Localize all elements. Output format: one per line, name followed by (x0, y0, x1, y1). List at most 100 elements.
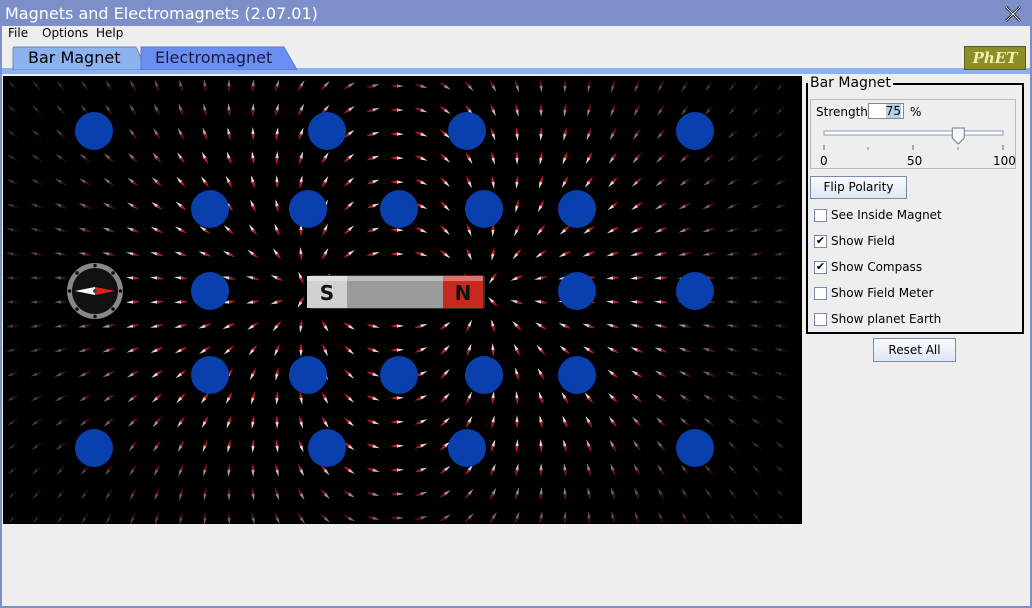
field-needle-north-half (203, 109, 207, 117)
field-needle-north-half (36, 204, 44, 209)
field-needle-south-half (372, 324, 380, 328)
field-needle-north-half (60, 276, 68, 280)
field-needle-north-half (414, 444, 422, 449)
field-needle-north-half (636, 276, 644, 280)
field-needle-south-half (420, 156, 428, 161)
field-needle-north-half (60, 204, 68, 209)
see-inside-magnet-checkbox[interactable] (814, 209, 827, 222)
field-needle-north-half (179, 463, 184, 471)
panel-title: Bar Magnet (808, 75, 893, 91)
field-needle-south-half (491, 439, 496, 447)
close-icon[interactable] (1004, 5, 1022, 23)
field-needle-south-half (396, 492, 404, 496)
field-needle-south-half (299, 127, 304, 135)
field-needle-north-half (180, 276, 188, 280)
field-needle-south-half (515, 157, 519, 165)
field-needle-north-half (36, 276, 44, 280)
field-needle-north-half (251, 85, 255, 93)
field-needle-south-half (6, 228, 14, 232)
menu-file[interactable]: File (8, 26, 28, 40)
menu-help[interactable]: Help (96, 26, 123, 40)
blue-dot (380, 190, 418, 228)
field-needle-south-half (491, 415, 495, 423)
tab-bar-magnet[interactable]: Bar Magnet (12, 46, 148, 70)
field-needle-south-half (275, 493, 280, 501)
field-needle-north-half (275, 343, 280, 351)
field-needle-south-half (372, 155, 380, 160)
field-needle-south-half (30, 372, 38, 377)
blue-dot (448, 112, 486, 150)
field-needle-south-half (54, 348, 62, 352)
field-needle-north-half (227, 415, 232, 423)
field-needle-north-half (84, 371, 92, 376)
field-needle-south-half (251, 79, 255, 87)
field-needle-south-half (198, 251, 206, 256)
show-planet-earth-checkbox[interactable] (814, 313, 827, 326)
blue-dot (676, 272, 714, 310)
field-needle-south-half (54, 227, 62, 232)
field-needle-north-half (227, 133, 231, 141)
tab-electromagnet[interactable]: Electromagnet (140, 46, 298, 70)
field-needle-north-half (515, 127, 519, 135)
field-needle-north-half (179, 85, 183, 93)
field-needle-north-half (732, 372, 740, 377)
show-field-meter-checkbox[interactable] (814, 287, 827, 300)
field-needle-south-half (420, 443, 428, 448)
phet-logo[interactable]: PhET (964, 46, 1026, 70)
field-needle-south-half (534, 300, 542, 304)
field-needle-south-half (246, 276, 254, 280)
field-needle-south-half (275, 175, 279, 183)
field-needle-north-half (228, 276, 236, 280)
field-needle-north-half (251, 415, 255, 423)
field-needle-south-half (174, 276, 182, 280)
simulation-canvas[interactable]: SN (3, 76, 802, 524)
field-needle-north-half (516, 300, 524, 305)
field-needle-south-half (774, 324, 782, 328)
field-needle-north-half (299, 343, 303, 351)
field-needle-north-half (251, 391, 256, 399)
strength-input[interactable]: 75 (868, 103, 904, 119)
field-needle-south-half (539, 109, 543, 117)
field-needle-north-half (227, 109, 231, 117)
blue-dot (289, 190, 327, 228)
field-needle-south-half (54, 252, 62, 256)
field-needle-north-half (36, 300, 44, 304)
field-needle-north-half (60, 300, 68, 304)
show-compass-checkbox[interactable]: ✔ (814, 261, 827, 274)
flip-polarity-button[interactable]: Flip Polarity (810, 176, 907, 199)
compass-tick (67, 289, 72, 293)
show-field-checkbox[interactable]: ✔ (814, 235, 827, 248)
field-needle-south-half (586, 133, 591, 141)
reset-all-button[interactable]: Reset All (873, 338, 956, 362)
compass-tick (111, 271, 115, 275)
field-needle-south-half (372, 492, 380, 496)
field-needle-south-half (372, 84, 380, 88)
field-needle-south-half (491, 109, 496, 117)
field-needle-north-half (414, 227, 422, 232)
field-needle-north-half (611, 79, 615, 87)
field-needle-north-half (156, 300, 164, 304)
field-needle-south-half (654, 300, 662, 304)
field-needle-north-half (275, 109, 279, 117)
field-needle-south-half (396, 84, 404, 88)
field-needle-south-half (299, 175, 303, 183)
menu-options[interactable]: Options (42, 26, 88, 40)
field-needle-north-half (466, 223, 471, 231)
blue-dot (191, 356, 229, 394)
field-needle-north-half (251, 487, 255, 495)
strength-slider[interactable] (818, 125, 1010, 155)
field-needle-north-half (732, 252, 740, 256)
field-needle-south-half (150, 324, 158, 328)
field-needle-north-half (180, 323, 188, 328)
field-needle-north-half (732, 276, 740, 280)
field-needle-south-half (203, 103, 207, 111)
field-needle-north-half (732, 324, 740, 328)
field-needle-south-half (372, 372, 380, 377)
slider-thumb[interactable] (951, 127, 965, 145)
field-needle-south-half (582, 252, 590, 257)
field-needle-south-half (563, 511, 567, 519)
field-needle-north-half (515, 421, 519, 429)
field-needle-north-half (414, 396, 422, 401)
field-needle-north-half (179, 487, 183, 495)
field-needle-south-half (774, 300, 782, 304)
